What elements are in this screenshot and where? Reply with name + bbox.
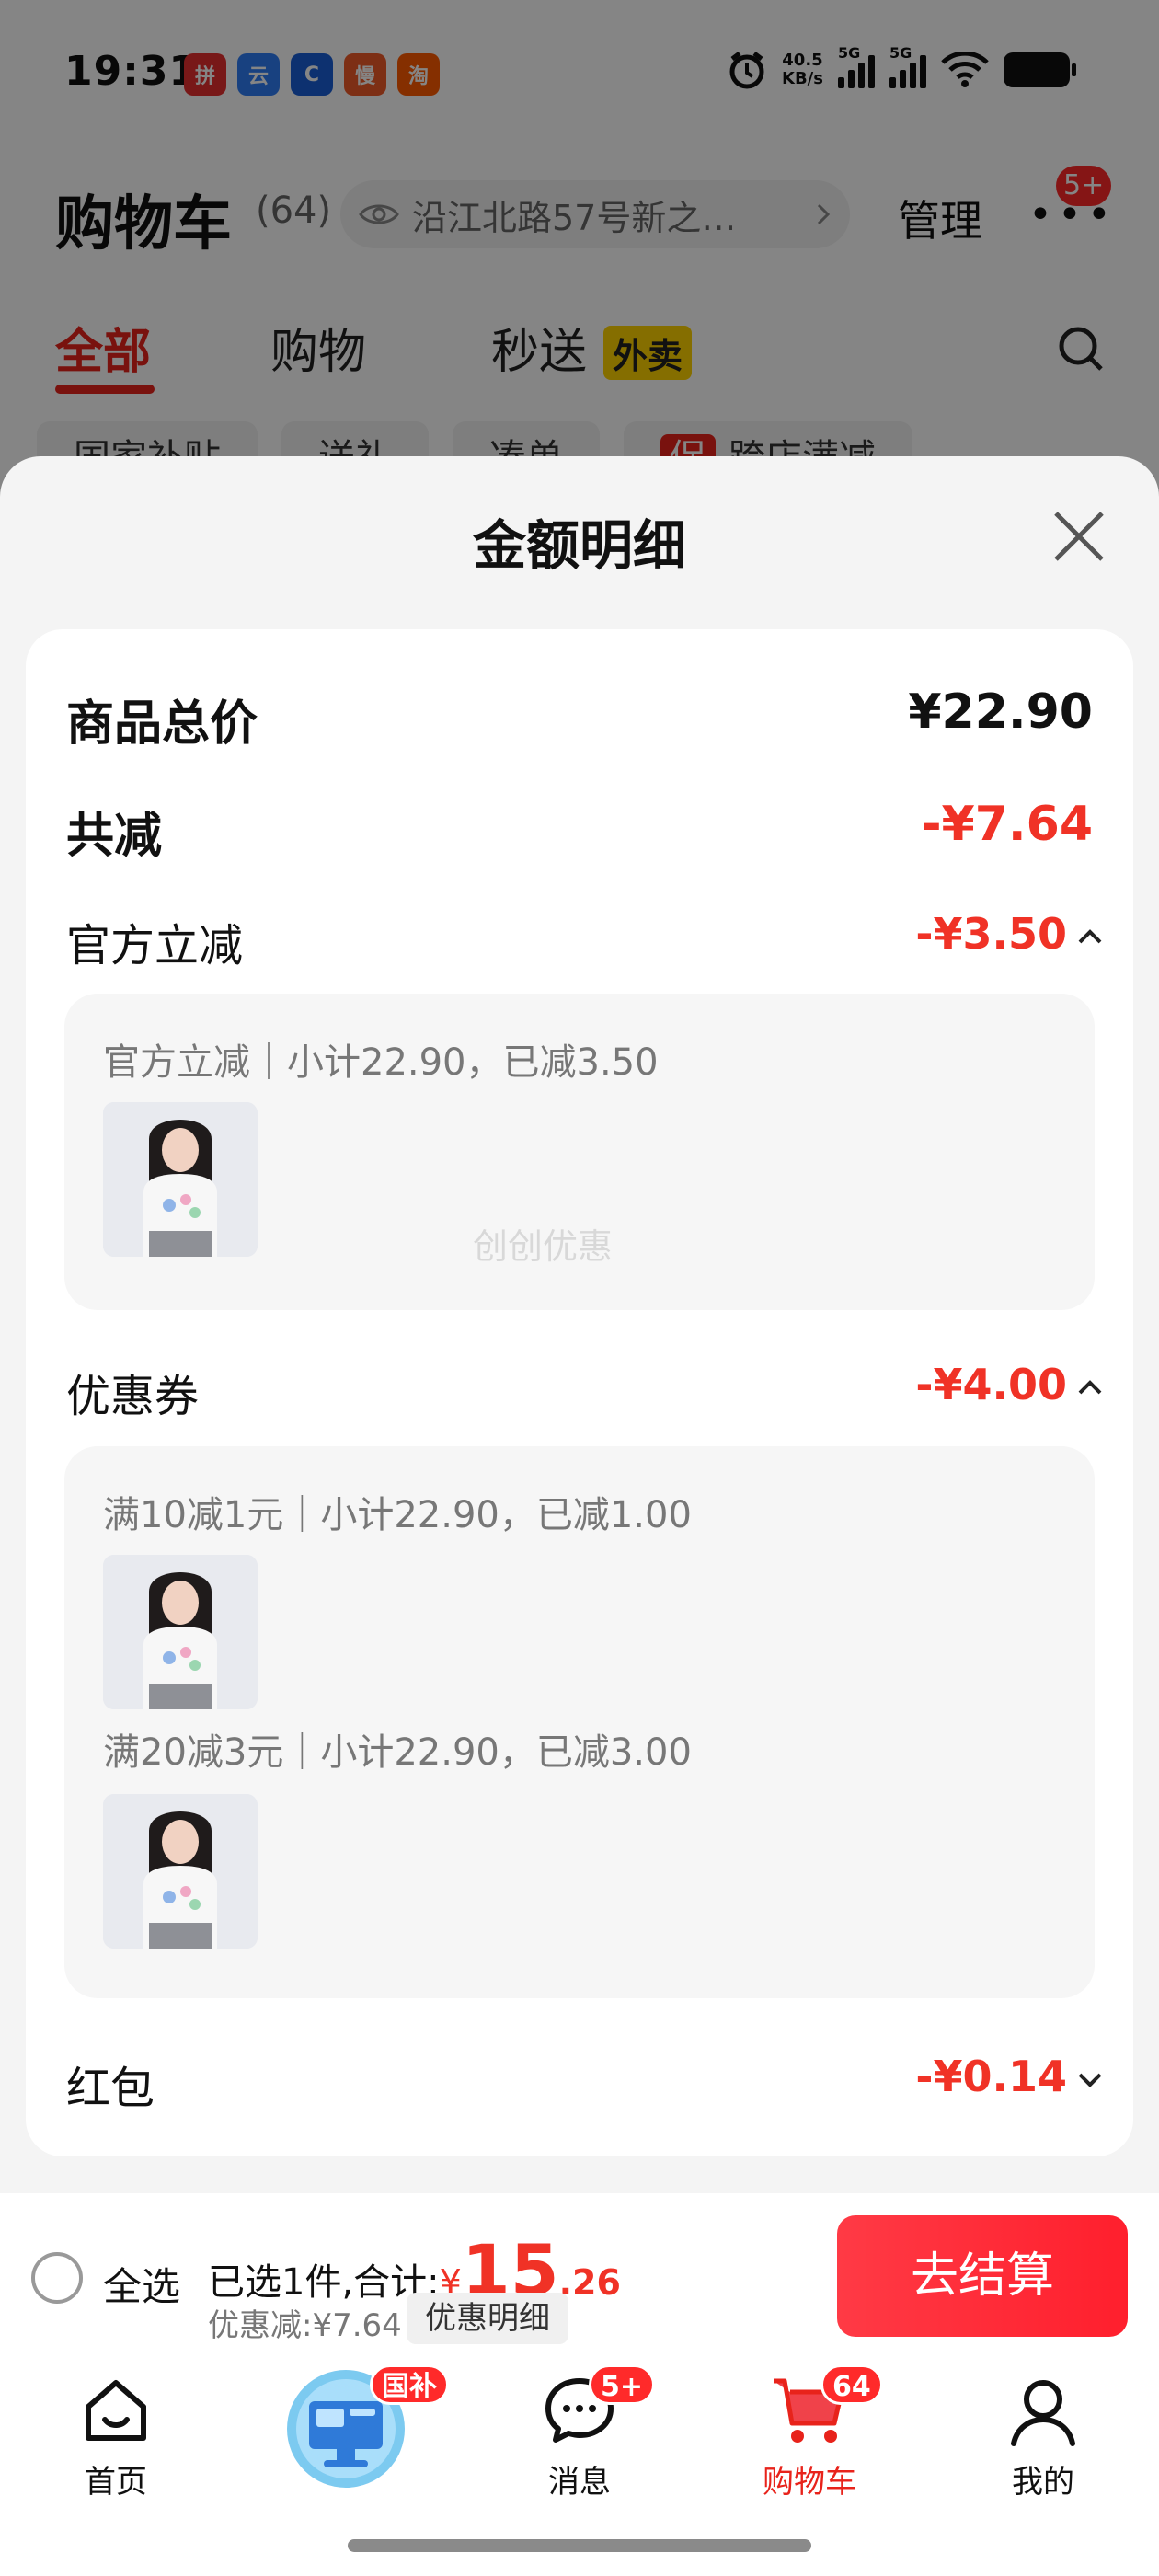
messages-badge: 5+ — [589, 2364, 656, 2405]
close-icon[interactable] — [1049, 506, 1109, 567]
nav-messages-label: 消息 — [548, 2464, 611, 2501]
select-all-label[interactable]: 全选 — [103, 2256, 180, 2312]
total-price-value: ¥22.90 — [908, 684, 1093, 740]
chevron-up-icon[interactable] — [1076, 1378, 1104, 1397]
nav-mine-label: 我的 — [1012, 2464, 1074, 2501]
official-discount-label: 官方立减 — [66, 920, 244, 972]
official-discount-value[interactable]: -¥3.50 — [915, 909, 1067, 959]
guobu-badge: 国补 — [370, 2364, 449, 2405]
product-image — [103, 1102, 258, 1257]
coupon-line-1: 满10减1元｜小计22.90，已减1.00 — [103, 1494, 692, 1536]
nav-mine[interactable]: 我的 — [951, 2374, 1135, 2501]
watermark-text: 创创优惠 — [473, 1226, 614, 1267]
select-all-checkbox[interactable] — [31, 2252, 83, 2304]
discount-detail-button[interactable]: 优惠明细 — [407, 2293, 568, 2344]
profile-icon — [1011, 2380, 1075, 2446]
total-price-label: 商品总价 — [66, 696, 258, 752]
chevron-down-icon[interactable] — [1076, 2070, 1104, 2088]
home-icon — [86, 2380, 146, 2441]
selected-prefix: 已选1件,合计: — [208, 2261, 440, 2304]
red-packet-label: 红包 — [66, 2063, 155, 2114]
product-thumbnail[interactable] — [103, 1555, 258, 1709]
nav-cart-label: 购物车 — [763, 2464, 856, 2501]
total-price-decimal: .26 — [558, 2262, 621, 2303]
discount-summary: 优惠减:¥7.64 — [208, 2307, 402, 2344]
coupon-line-2: 满20减3元｜小计22.90，已减3.00 — [103, 1731, 692, 1774]
total-reduce-label: 共减 — [66, 809, 163, 864]
sheet-title: 金额明细 — [472, 514, 686, 577]
coupon-value[interactable]: -¥4.00 — [915, 1360, 1067, 1409]
product-image — [103, 1794, 258, 1949]
product-thumbnail[interactable] — [103, 1102, 258, 1257]
product-image — [103, 1555, 258, 1709]
chevron-up-icon[interactable] — [1076, 927, 1104, 946]
nav-home[interactable]: 首页 — [24, 2374, 208, 2501]
checkout-button[interactable]: 去结算 — [837, 2215, 1128, 2337]
cart-badge: 64 — [820, 2364, 883, 2405]
total-reduce-value: -¥7.64 — [921, 797, 1093, 852]
official-discount-line: 官方立减｜小计22.90，已减3.50 — [103, 1041, 659, 1084]
product-thumbnail[interactable] — [103, 1794, 258, 1949]
nav-home-label: 首页 — [85, 2464, 147, 2501]
coupon-label: 优惠券 — [66, 1371, 200, 1422]
home-indicator[interactable] — [348, 2539, 811, 2552]
red-packet-value[interactable]: -¥0.14 — [915, 2052, 1067, 2101]
